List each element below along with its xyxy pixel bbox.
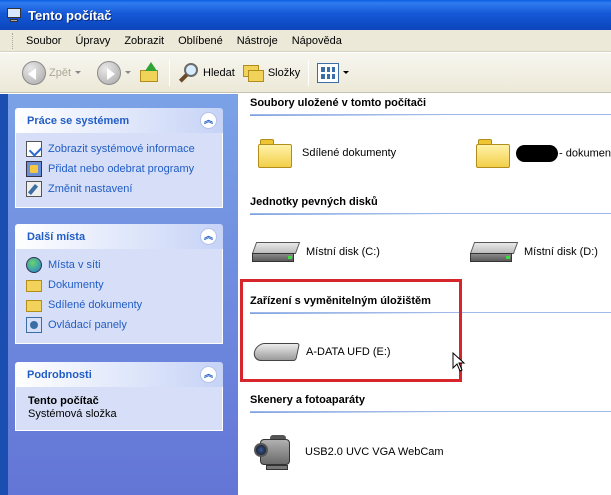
back-label: Zpět: [49, 66, 72, 79]
control-panel-link[interactable]: Ovládací panely: [26, 315, 212, 335]
collapse-chevron-icon[interactable]: ︽: [200, 112, 217, 129]
forward-dropdown-icon[interactable]: [125, 71, 132, 74]
toolbar: Zpět Hledat Složky: [0, 53, 611, 93]
other-places-body: Místa v síti Dokumenty Sdílené dokumenty…: [15, 249, 223, 344]
folders-button[interactable]: Složky: [239, 58, 304, 88]
back-arrow-icon: [22, 60, 46, 85]
view-system-info-label: Zobrazit systémové informace: [48, 143, 195, 155]
other-places-title: Další místa: [27, 230, 86, 243]
shared-documents-item-label: Sdílené dokumenty: [302, 147, 397, 159]
menu-file[interactable]: Soubor: [19, 35, 68, 47]
search-label: Hledat: [203, 66, 235, 79]
system-info-icon: [26, 141, 42, 157]
system-tasks-body: Zobrazit systémové informace Přidat nebo…: [15, 133, 223, 208]
add-remove-programs-link[interactable]: Přidat nebo odebrat programy: [26, 159, 212, 179]
details-title: Podrobnosti: [27, 368, 92, 381]
back-button[interactable]: Zpět: [18, 58, 85, 88]
webcam-icon: [254, 433, 294, 471]
toolbar-separator: [308, 59, 310, 86]
view-system-info-link[interactable]: Zobrazit systémové informace: [26, 139, 212, 159]
documents-label: Dokumenty: [48, 279, 104, 291]
title-bar[interactable]: Tento počítač: [0, 0, 611, 30]
menu-tools[interactable]: Nástroje: [230, 35, 285, 47]
my-computer-icon: [6, 7, 22, 23]
up-folder-icon: [139, 61, 161, 84]
group-stored-files-header: Soubory uložené v tomto počítači: [250, 97, 611, 116]
system-tasks-title: Práce se systémem: [27, 114, 130, 127]
group-hard-drives-header: Jednotky pevných disků: [250, 196, 611, 215]
redacted-name: [516, 144, 558, 162]
folder-icon: [476, 137, 512, 169]
system-tasks-header[interactable]: Práce se systémem ︽: [15, 108, 223, 133]
search-icon: [178, 62, 200, 84]
shared-documents-label: Sdílené dokumenty: [48, 299, 143, 311]
menu-help[interactable]: Nápověda: [285, 35, 349, 47]
toolbar-separator: [169, 59, 171, 86]
details-body: Tento počítač Systémová složka: [15, 387, 223, 431]
collapse-chevron-icon[interactable]: ︽: [200, 228, 217, 245]
views-dropdown-icon[interactable]: [343, 71, 350, 74]
shared-documents-link[interactable]: Sdílené dokumenty: [26, 295, 212, 315]
menu-edit[interactable]: Úpravy: [68, 35, 117, 47]
control-panel-label: Ovládací panely: [48, 319, 127, 331]
network-places-label: Místa v síti: [48, 259, 101, 271]
local-disk-d-item[interactable]: Místní disk (D:): [469, 232, 598, 272]
search-button[interactable]: Hledat: [174, 58, 239, 88]
highlight-annotation-box: [240, 279, 462, 382]
change-settings-icon: [26, 181, 42, 197]
forward-button[interactable]: [93, 58, 135, 88]
documents-link[interactable]: Dokumenty: [26, 275, 212, 295]
menu-grip: [12, 32, 15, 49]
hard-drive-icon: [469, 240, 519, 264]
hard-drive-icon: [251, 240, 301, 264]
window-title: Tento počítač: [28, 7, 112, 23]
add-remove-programs-label: Přidat nebo odebrat programy: [48, 163, 195, 175]
menu-view[interactable]: Zobrazit: [117, 35, 171, 47]
shared-documents-folder-icon: [26, 300, 42, 312]
add-remove-programs-icon: [26, 161, 42, 177]
folder-icon: [258, 137, 294, 169]
group-hard-drives-title: Jednotky pevných disků: [250, 196, 378, 208]
details-item-type: Systémová složka: [28, 408, 117, 420]
views-button[interactable]: [313, 58, 353, 88]
local-disk-d-label: Místní disk (D:): [524, 246, 598, 258]
details-panel: Podrobnosti ︽ Tento počítač Systémová sl…: [15, 362, 223, 431]
shared-documents-item[interactable]: Sdílené dokumenty: [258, 133, 396, 173]
menu-favorites[interactable]: Oblíbené: [171, 35, 230, 47]
group-scanners-title: Skenery a fotoaparáty: [250, 394, 365, 406]
other-places-panel: Další místa ︽ Místa v síti Dokumenty Sdí…: [15, 224, 223, 344]
user-documents-item[interactable]: - dokumenty: [476, 133, 611, 173]
user-documents-item-label: - dokumenty: [516, 144, 611, 162]
up-folder-button[interactable]: [135, 58, 165, 88]
other-places-header[interactable]: Další místa ︽: [15, 224, 223, 249]
details-header[interactable]: Podrobnosti ︽: [15, 362, 223, 387]
task-pane: Práce se systémem ︽ Zobrazit systémové i…: [0, 94, 238, 495]
network-places-link[interactable]: Místa v síti: [26, 255, 212, 275]
folders-icon: [242, 63, 265, 83]
back-dropdown-icon[interactable]: [75, 71, 82, 74]
webcam-label: USB2.0 UVC VGA WebCam: [305, 446, 444, 458]
control-panel-icon: [26, 317, 42, 333]
system-tasks-panel: Práce se systémem ︽ Zobrazit systémové i…: [15, 108, 223, 208]
documents-folder-icon: [26, 280, 42, 292]
details-item-name: Tento počítač: [28, 395, 99, 407]
collapse-chevron-icon[interactable]: ︽: [200, 366, 217, 383]
folders-label: Složky: [267, 66, 301, 79]
group-scanners-header: Skenery a fotoaparáty: [250, 394, 611, 413]
menu-bar: Soubor Úpravy Zobrazit Oblíbené Nástroje…: [0, 30, 611, 52]
group-stored-files-title: Soubory uložené v tomto počítači: [250, 97, 427, 109]
forward-arrow-icon: [97, 60, 122, 85]
local-disk-c-item[interactable]: Místní disk (C:): [251, 232, 380, 272]
mouse-cursor-icon: [452, 352, 466, 372]
views-icon: [317, 62, 340, 83]
local-disk-c-label: Místní disk (C:): [306, 246, 380, 258]
network-places-icon: [26, 257, 42, 273]
change-settings-label: Změnit nastavení: [48, 183, 133, 195]
change-settings-link[interactable]: Změnit nastavení: [26, 179, 212, 199]
webcam-item[interactable]: USB2.0 UVC VGA WebCam: [254, 430, 444, 474]
task-pane-edge: [0, 94, 8, 495]
